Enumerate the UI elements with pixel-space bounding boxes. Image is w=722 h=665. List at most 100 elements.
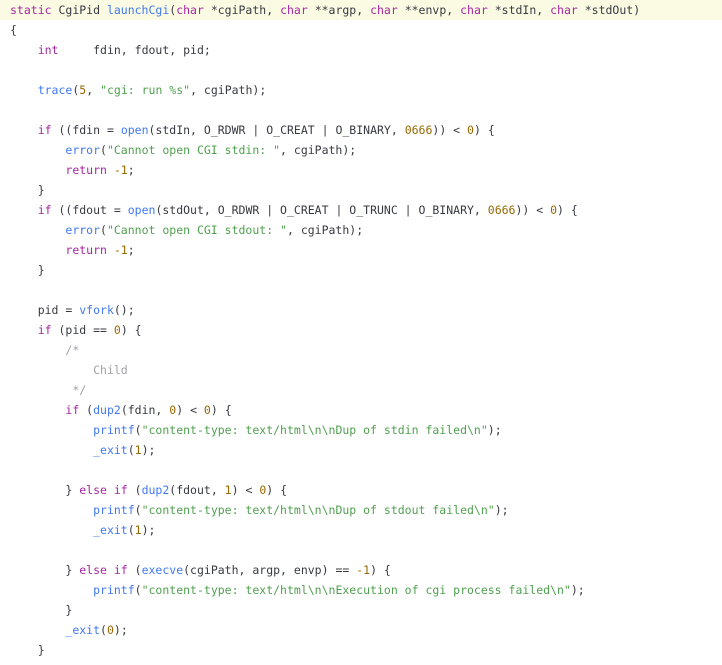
code-token: ( [127, 483, 142, 497]
code-token: error [65, 223, 101, 237]
code-line: } [0, 640, 722, 660]
code-token: ) { [210, 403, 232, 417]
code-token: ) { [557, 203, 578, 217]
code-token: "Cannot open CGI stdout: " [106, 223, 287, 237]
code-token: vfork [79, 303, 114, 317]
code-token: ); [487, 423, 502, 437]
code-line: pid = vfork(); [0, 300, 722, 320]
code-token: )) < [515, 203, 551, 217]
code-token: (fdin, [120, 403, 170, 417]
code-token: -1 [113, 163, 128, 177]
code-token: static [10, 3, 59, 17]
code-token: CgiPid [58, 3, 107, 17]
code-token: 0 [203, 403, 211, 417]
code-line: printf("content-type: text/html\n\nDup o… [0, 500, 722, 520]
code-token: *stdOut) [577, 3, 641, 17]
code-line: _exit(1); [0, 440, 722, 460]
code-token: "cgi: run %s" [100, 83, 191, 97]
code-token: ) { [120, 323, 142, 337]
code-token: if [37, 323, 52, 337]
code-token: dup2 [141, 483, 170, 497]
code-token: ( [134, 583, 142, 597]
code-line: } else if (dup2(fdout, 1) < 0) { [0, 480, 722, 500]
code-token: , cgiPath); [286, 223, 364, 237]
code-token: ( [134, 423, 142, 437]
code-token: ); [494, 503, 509, 517]
code-token: 1 [134, 443, 142, 457]
code-token: ( [127, 443, 135, 457]
code-token: ); [141, 443, 156, 457]
code-token: **envp, [397, 3, 461, 17]
code-token: return [65, 163, 107, 177]
code-token: (stdOut, O_RDWR | O_CREAT | O_TRUNC | O_… [155, 203, 488, 217]
code-line: if ((fdin = open(stdIn, O_RDWR | O_CREAT… [0, 120, 722, 140]
code-token: } [10, 483, 80, 497]
code-line: */ [0, 380, 722, 400]
code-line: _exit(0); [0, 620, 722, 640]
code-token: , cgiPath); [280, 143, 357, 157]
code-token: , [86, 83, 101, 97]
code-token: 1 [134, 523, 142, 537]
code-token: if [65, 403, 80, 417]
code-token: ); [113, 623, 128, 637]
code-line: return -1; [0, 240, 722, 260]
code-token: } [10, 603, 73, 617]
code-token: 0 [113, 323, 121, 337]
code-token: (pid == [51, 323, 114, 337]
code-token: _exit [93, 523, 128, 537]
code-token: (); [113, 303, 135, 317]
code-token: ); [141, 523, 156, 537]
code-token: execve [141, 563, 184, 577]
code-line: } else if (execve(cgiPath, argp, envp) =… [0, 560, 722, 580]
code-token: ( [134, 503, 142, 517]
code-token: int [37, 43, 59, 57]
code-token: ) < [176, 403, 204, 417]
code-token: ( [100, 623, 107, 637]
code-token: } [10, 563, 80, 577]
code-line: } [0, 260, 722, 280]
code-token: error [65, 143, 101, 157]
code-token: char [280, 3, 308, 17]
code-token: dup2 [93, 403, 121, 417]
code-token: ( [100, 143, 107, 157]
code-token: char [550, 3, 578, 17]
code-token: 0666 [487, 203, 516, 217]
code-token: fdin, fdout, pid; [58, 43, 211, 57]
code-line: /* [0, 340, 722, 360]
code-token: ; [127, 163, 135, 177]
code-token: Child [93, 363, 128, 377]
code-token: open [127, 203, 156, 217]
code-token: 0 [467, 123, 474, 137]
code-token: ( [100, 223, 107, 237]
code-token: launchCgi [106, 3, 170, 17]
code-token: ); [570, 583, 585, 597]
code-token: 0666 [404, 123, 433, 137]
code-token: ( [127, 523, 135, 537]
code-token: ((fdin = [51, 123, 121, 137]
code-token: char [176, 3, 204, 17]
code-token: "content-type: text/html\n\nDup of stdin… [141, 423, 488, 437]
code-token: _exit [93, 443, 128, 457]
code-token: "Cannot open CGI stdin: " [106, 143, 281, 157]
code-token: ( [127, 563, 142, 577]
code-line: trace(5, "cgi: run %s", cgiPath); [0, 80, 722, 100]
code-token: 1 [224, 483, 232, 497]
code-token: printf [93, 503, 135, 517]
code-token: */ [72, 383, 87, 397]
